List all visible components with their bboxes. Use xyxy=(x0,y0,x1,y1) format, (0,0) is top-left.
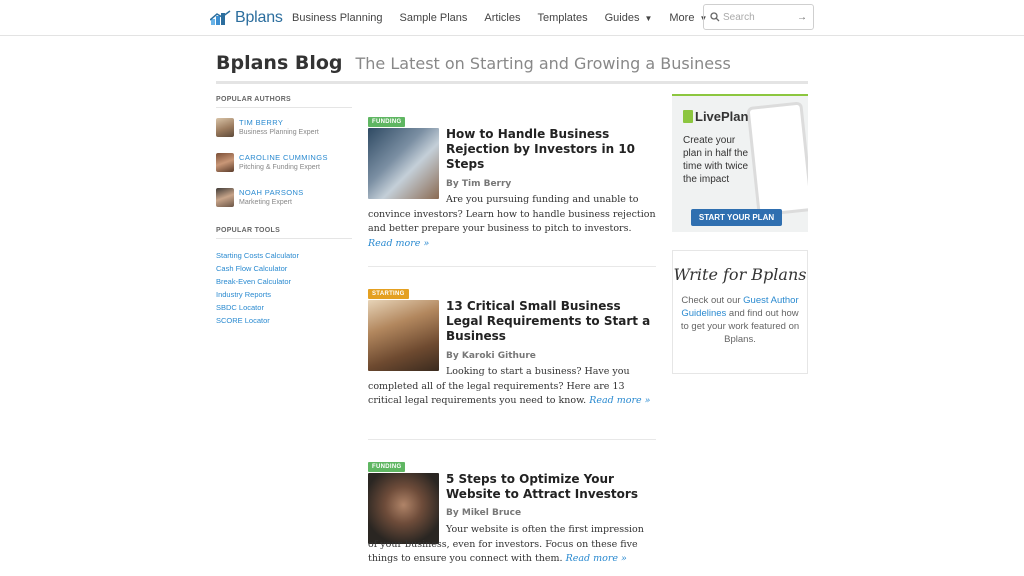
category-badge[interactable]: STARTING xyxy=(368,289,409,299)
ad-copy: Create your plan in half the time with t… xyxy=(683,135,749,185)
nav-label: Articles xyxy=(484,12,521,24)
bar-chart-logo-icon xyxy=(210,10,231,25)
page-title: Bplans Blog xyxy=(216,52,343,74)
tool-link[interactable]: SBDC Locator xyxy=(216,301,352,314)
author-role: Pitching & Funding Expert xyxy=(239,164,320,171)
tool-link[interactable]: Starting Costs Calculator xyxy=(216,249,352,262)
nav-business-planning[interactable]: Business Planning xyxy=(292,12,383,24)
write-text-before: Check out our xyxy=(681,295,744,306)
tool-link[interactable]: Cash Flow Calculator xyxy=(216,262,352,275)
write-box-title: Write for Bplans xyxy=(673,265,807,284)
post-list: FUNDING How to Handle Business Rejection… xyxy=(368,110,656,576)
tool-link[interactable]: SCORE Locator xyxy=(216,314,352,327)
logo-text: Bplans xyxy=(235,9,283,26)
tool-link[interactable]: Industry Reports xyxy=(216,288,352,301)
post-excerpt: Are you pursuing funding and unable to c… xyxy=(368,193,656,251)
nav-label: Sample Plans xyxy=(399,12,468,24)
author-item[interactable]: TIM BERRY Business Planning Expert xyxy=(216,118,352,143)
arrow-right-icon[interactable]: → xyxy=(797,12,807,23)
left-sidebar: POPULAR AUTHORS TIM BERRY Business Plann… xyxy=(216,96,352,327)
tablet-illustration xyxy=(746,101,808,217)
read-more-link[interactable]: Read more » xyxy=(589,395,650,406)
tools-list: Starting Costs Calculator Cash Flow Calc… xyxy=(216,249,352,327)
nav-label: Templates xyxy=(537,12,588,24)
post-item: FUNDING 5 Steps to Optimize Your Website… xyxy=(368,455,656,576)
top-navigation-bar: Bplans Business Planning Sample Plans Ar… xyxy=(0,0,1024,36)
read-more-link[interactable]: Read more » xyxy=(368,238,429,249)
post-thumbnail[interactable] xyxy=(368,300,439,371)
nav-sample-plans[interactable]: Sample Plans xyxy=(400,12,468,24)
post-excerpt: Your website is often the first impressi… xyxy=(368,523,656,567)
author-item[interactable]: CAROLINE CUMMINGS Pitching & Funding Exp… xyxy=(216,153,352,178)
search-box: → xyxy=(703,4,814,30)
write-box-text: Check out our Guest Author Guidelines an… xyxy=(673,294,807,346)
popular-authors-heading: POPULAR AUTHORS xyxy=(216,96,352,108)
main-nav: Business Planning Sample Plans Articles … xyxy=(292,0,724,36)
search-input[interactable] xyxy=(723,11,793,23)
author-item[interactable]: NOAH PARSONS Marketing Expert xyxy=(216,188,352,213)
nav-label: More xyxy=(669,12,695,24)
post-title[interactable]: 5 Steps to Optimize Your Website to Attr… xyxy=(446,472,654,502)
author-role: Marketing Expert xyxy=(239,199,292,206)
author-name: TIM BERRY xyxy=(239,118,284,127)
liveplan-logo: LivePlan xyxy=(683,109,748,124)
excerpt-text: Are you pursuing funding and unable to c… xyxy=(368,194,656,234)
author-name: CAROLINE CUMMINGS xyxy=(239,153,328,162)
category-badge[interactable]: FUNDING xyxy=(368,117,406,127)
nav-more[interactable]: More ▼ xyxy=(669,12,707,24)
liveplan-ad[interactable]: LivePlan Create your plan in half the ti… xyxy=(672,94,808,232)
post-thumbnail[interactable] xyxy=(368,128,439,199)
category-badge[interactable]: FUNDING xyxy=(368,462,406,472)
avatar xyxy=(216,188,234,207)
popular-tools-heading: POPULAR TOOLS xyxy=(216,227,352,239)
write-for-bplans-box: Write for Bplans Check out our Guest Aut… xyxy=(672,250,808,374)
start-your-plan-button[interactable]: START YOUR PLAN xyxy=(691,209,782,226)
tool-link[interactable]: Break-Even Calculator xyxy=(216,275,352,288)
page-subtitle: The Latest on Starting and Growing a Bus… xyxy=(355,54,731,73)
avatar xyxy=(216,118,234,137)
liveplan-brand: LivePlan xyxy=(695,109,749,124)
nav-templates[interactable]: Templates xyxy=(537,12,587,24)
nav-label: Business Planning xyxy=(292,12,383,24)
liveplan-mark-icon xyxy=(683,110,693,123)
read-more-link[interactable]: Read more » xyxy=(566,553,627,564)
post-title[interactable]: How to Handle Business Rejection by Inve… xyxy=(446,127,654,172)
nav-articles[interactable]: Articles xyxy=(484,12,520,24)
bplans-logo[interactable]: Bplans xyxy=(210,9,283,27)
author-role: Business Planning Expert xyxy=(239,129,319,136)
nav-label: Guides xyxy=(604,12,640,24)
search-icon xyxy=(710,12,720,22)
post-excerpt: Looking to start a business? Have you co… xyxy=(368,365,656,409)
post-byline: By Karoki Githure xyxy=(446,351,536,361)
blog-title-bar: Bplans Blog The Latest on Starting and G… xyxy=(216,52,808,84)
post-byline: By Tim Berry xyxy=(446,179,512,189)
author-name: NOAH PARSONS xyxy=(239,188,304,197)
nav-guides[interactable]: Guides ▼ xyxy=(605,12,653,24)
chevron-down-icon: ▼ xyxy=(644,13,653,23)
post-item: FUNDING How to Handle Business Rejection… xyxy=(368,110,656,267)
post-byline: By Mikel Bruce xyxy=(446,508,522,518)
post-title[interactable]: 13 Critical Small Business Legal Require… xyxy=(446,299,654,344)
avatar xyxy=(216,153,234,172)
post-item: STARTING 13 Critical Small Business Lega… xyxy=(368,282,656,440)
